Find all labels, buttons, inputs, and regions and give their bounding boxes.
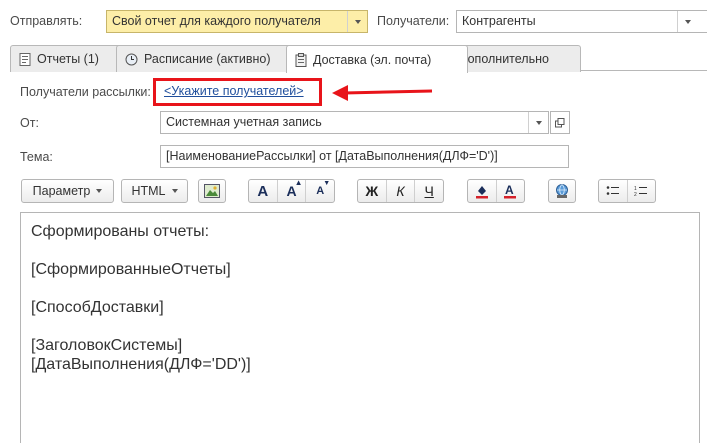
- tab-label: Доставка (эл. почта): [313, 52, 432, 67]
- clipboard-icon: [295, 52, 307, 67]
- from-value: Системная учетная запись: [166, 115, 322, 129]
- send-mode-value: Свой отчет для каждого получателя: [112, 14, 321, 28]
- editor-line: [СпособДоставки]: [31, 299, 164, 316]
- from-label: От:: [20, 116, 39, 130]
- html-label: HTML: [131, 184, 166, 198]
- send-label: Отправлять:: [10, 14, 83, 28]
- image-icon: [204, 184, 220, 198]
- font-button[interactable]: A: [249, 180, 278, 202]
- document-icon: [19, 52, 31, 66]
- text-color-button[interactable]: A: [497, 180, 525, 202]
- recipients-value: Контрагенты: [462, 14, 536, 28]
- from-dropdown-button[interactable]: [528, 112, 548, 133]
- background-color-button[interactable]: [468, 180, 497, 202]
- parameter-label: Параметр: [32, 184, 91, 198]
- chevron-down-icon: [535, 120, 542, 125]
- send-mode-select[interactable]: Свой отчет для каждого получателя: [106, 10, 368, 33]
- font-increase-icon: A ▲: [286, 178, 303, 199]
- insert-image-button[interactable]: [198, 179, 226, 203]
- send-mode-dropdown-button[interactable]: [347, 11, 367, 32]
- bold-button[interactable]: Ж: [358, 180, 387, 202]
- decrease-font-button[interactable]: A ▼: [306, 180, 334, 202]
- chevron-down-icon: [171, 189, 178, 193]
- tab-label: Отчеты (1): [37, 52, 99, 66]
- globe-link-icon: [556, 184, 568, 198]
- fill-color-icon: [475, 186, 488, 199]
- insert-link-button[interactable]: [548, 179, 576, 203]
- html-button[interactable]: HTML: [121, 179, 188, 203]
- increase-font-button[interactable]: A ▲: [278, 178, 307, 202]
- underline-button[interactable]: Ч: [415, 180, 443, 202]
- font-icon: A: [257, 182, 269, 200]
- specify-recipients-link[interactable]: <Укажите получателей>: [163, 84, 305, 98]
- numbered-list-button[interactable]: 12: [628, 180, 656, 202]
- svg-text:A: A: [505, 183, 514, 197]
- editor-line: [ДатаВыполнения(ДЛФ='DD')]: [31, 356, 251, 373]
- italic-icon: К: [396, 183, 405, 199]
- font-size-group: A A ▲ A ▼: [248, 178, 335, 203]
- recipients-label: Получатели:: [377, 14, 450, 28]
- message-body-editor[interactable]: Сформированы отчеты: [СформированныеОтче…: [20, 212, 700, 443]
- numbered-list-icon: 12: [634, 186, 648, 197]
- underline-icon: Ч: [424, 183, 434, 199]
- chevron-down-icon: [354, 19, 361, 24]
- svg-text:2: 2: [634, 192, 637, 197]
- tab-schedule[interactable]: Расписание (активно): [116, 45, 304, 72]
- italic-button[interactable]: К: [387, 180, 416, 202]
- recipients-select[interactable]: Контрагенты: [456, 10, 707, 33]
- open-account-button[interactable]: [550, 111, 570, 134]
- subject-input[interactable]: [НаименованиеРассылки] от [ДатаВыполнени…: [160, 145, 569, 168]
- editor-line: [ЗаголовокСистемы]: [31, 337, 183, 354]
- tab-additional[interactable]: Дополнительно: [450, 45, 581, 72]
- tab-label: Дополнительно: [459, 52, 549, 66]
- recipients-dropdown-button[interactable]: [677, 11, 697, 32]
- chevron-down-icon: [96, 189, 103, 193]
- clock-icon: [125, 53, 138, 66]
- tab-delivery-email[interactable]: Доставка (эл. почта): [286, 45, 468, 73]
- bold-icon: Ж: [365, 183, 379, 199]
- from-select[interactable]: Системная учетная запись: [160, 111, 549, 134]
- tab-label: Расписание (активно): [144, 52, 271, 66]
- text-color-icon: A: [504, 183, 517, 199]
- subject-label: Тема:: [20, 150, 53, 164]
- bulleted-list-button[interactable]: [599, 180, 628, 202]
- font-decrease-icon: A ▼: [316, 180, 331, 197]
- arrow-annotation: [332, 85, 433, 101]
- editor-line: [СформированныеОтчеты]: [31, 261, 231, 278]
- list-group: 12: [598, 179, 656, 203]
- color-group: A: [467, 179, 525, 203]
- open-window-icon: [555, 117, 565, 127]
- parameter-button[interactable]: Параметр: [21, 179, 114, 203]
- editor-line: Сформированы отчеты:: [31, 223, 210, 240]
- chevron-down-icon: [684, 19, 691, 24]
- mail-recipients-label: Получатели рассылки:: [20, 85, 151, 99]
- bulleted-list-icon: [606, 186, 619, 195]
- text-style-group: Ж К Ч: [357, 179, 444, 203]
